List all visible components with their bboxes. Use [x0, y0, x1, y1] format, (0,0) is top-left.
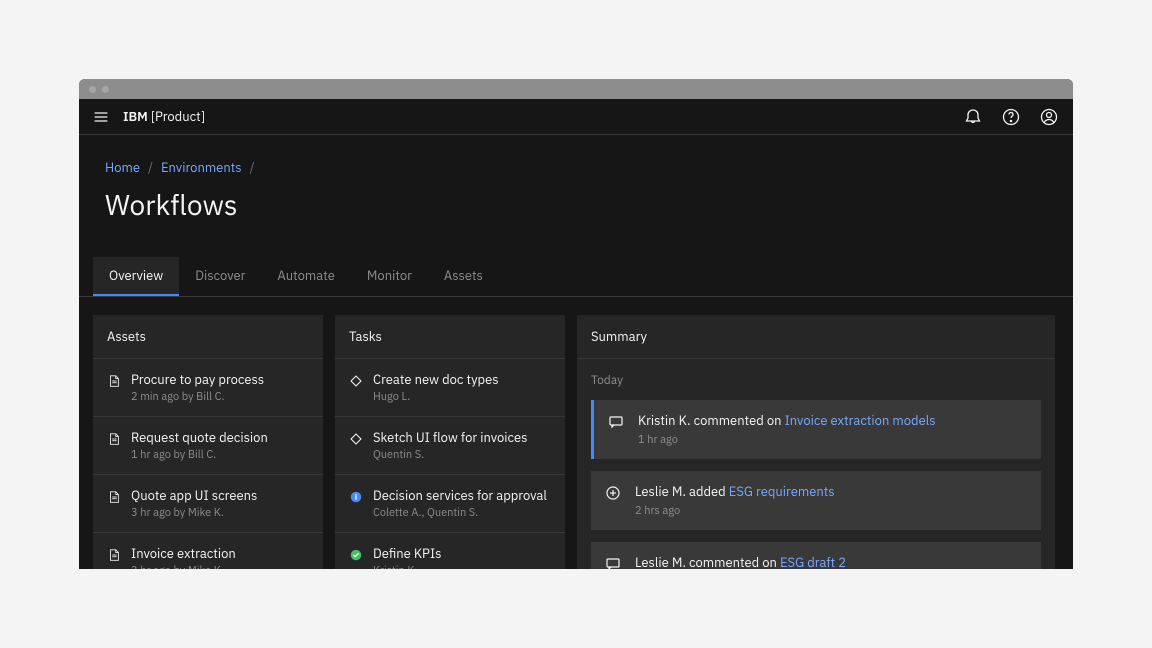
brand-product: [Product] [151, 108, 205, 125]
traffic-light-dot [102, 86, 109, 93]
asset-meta: 3 hr ago by Mike K. [131, 506, 309, 520]
document-icon [107, 489, 121, 503]
breadcrumb-separator: / [148, 159, 153, 176]
activity-time: 1 hr ago [638, 433, 936, 447]
breadcrumb-area: Home / Environments / Workflows [79, 135, 1073, 233]
breadcrumb-separator: / [250, 159, 255, 176]
user-avatar-icon[interactable] [1039, 107, 1059, 127]
asset-meta: 3 hr ago by Mike K. [131, 564, 309, 569]
asset-meta: 2 min ago by Bill C. [131, 390, 309, 404]
help-icon[interactable] [1001, 107, 1021, 127]
asset-title: Quote app UI screens [131, 487, 309, 504]
asset-item[interactable]: Invoice extraction 3 hr ago by Mike K. [93, 533, 323, 569]
diamond-icon [349, 431, 363, 445]
tab-assets[interactable]: Assets [428, 257, 499, 296]
breadcrumb-home[interactable]: Home [105, 159, 140, 176]
brand-ibm: IBM [123, 108, 148, 125]
asset-item[interactable]: Quote app UI screens 3 hr ago by Mike K. [93, 475, 323, 533]
activity-item[interactable]: Leslie M. commented on ESG draft 2 2 hrs… [591, 542, 1041, 569]
assets-header: Assets [93, 315, 323, 359]
task-meta: Hugo L. [373, 390, 551, 404]
add-icon [605, 485, 621, 501]
task-meta: Kristin K. [373, 564, 551, 569]
task-title: Decision services for approval [373, 487, 551, 504]
assets-panel: Assets Procure to pay process 2 min ago b… [93, 315, 323, 569]
activity-item[interactable]: Leslie M. added ESG requirements 2 hrs a… [591, 471, 1041, 530]
checkmark-filled-icon [349, 547, 363, 561]
activity-text: Leslie M. added ESG requirements [635, 483, 835, 500]
activity-link[interactable]: ESG requirements [729, 483, 835, 500]
notifications-icon[interactable] [963, 107, 983, 127]
comment-icon [608, 414, 624, 430]
breadcrumb-environments[interactable]: Environments [161, 159, 242, 176]
asset-item[interactable]: Request quote decision 1 hr ago by Bill C… [93, 417, 323, 475]
tabs: Overview Discover Automate Monitor Asset… [79, 233, 1073, 297]
task-item[interactable]: Define KPIs Kristin K. [335, 533, 565, 569]
tab-monitor[interactable]: Monitor [351, 257, 428, 296]
task-meta: Quentin S. [373, 448, 551, 462]
content-area: Assets Procure to pay process 2 min ago b… [79, 297, 1073, 569]
task-item[interactable]: Decision services for approval Colette A.… [335, 475, 565, 533]
window-chrome [79, 79, 1073, 99]
summary-header: Summary [577, 315, 1055, 359]
top-header: IBM [Product] [79, 99, 1073, 135]
task-item[interactable]: Create new doc types Hugo L. [335, 359, 565, 417]
asset-item[interactable]: Procure to pay process 2 min ago by Bill … [93, 359, 323, 417]
task-title: Define KPIs [373, 545, 551, 562]
activity-text: Kristin K. commented on Invoice extracti… [638, 412, 936, 429]
task-item[interactable]: Sketch UI flow for invoices Quentin S. [335, 417, 565, 475]
info-icon [349, 489, 363, 503]
tab-discover[interactable]: Discover [179, 257, 261, 296]
task-meta: Colette A., Quentin S. [373, 506, 551, 520]
document-icon [107, 431, 121, 445]
activity-text: Leslie M. commented on ESG draft 2 [635, 554, 846, 569]
activity-item[interactable]: Kristin K. commented on Invoice extracti… [591, 400, 1041, 459]
diamond-icon [349, 373, 363, 387]
comment-icon [605, 556, 621, 569]
tab-automate[interactable]: Automate [261, 257, 350, 296]
document-icon [107, 547, 121, 561]
tasks-panel: Tasks Create new doc types Hugo L. Sketch… [335, 315, 565, 569]
summary-panel: Summary Today Kristin K. commented on In… [577, 315, 1055, 569]
task-title: Create new doc types [373, 371, 551, 388]
asset-title: Invoice extraction [131, 545, 309, 562]
page-title: Workflows [105, 186, 1047, 223]
summary-today-label: Today [591, 373, 1041, 388]
tab-overview[interactable]: Overview [93, 257, 179, 296]
activity-time: 2 hrs ago [635, 504, 835, 518]
asset-title: Request quote decision [131, 429, 309, 446]
brand: IBM [Product] [123, 108, 205, 125]
tasks-header: Tasks [335, 315, 565, 359]
menu-icon[interactable] [93, 109, 109, 125]
task-title: Sketch UI flow for invoices [373, 429, 551, 446]
asset-title: Procure to pay process [131, 371, 309, 388]
document-icon [107, 373, 121, 387]
activity-link[interactable]: ESG draft 2 [780, 554, 846, 569]
breadcrumb: Home / Environments / [105, 159, 1047, 176]
asset-meta: 1 hr ago by Bill C. [131, 448, 309, 462]
activity-link[interactable]: Invoice extraction models [785, 412, 936, 429]
traffic-light-dot [89, 86, 96, 93]
